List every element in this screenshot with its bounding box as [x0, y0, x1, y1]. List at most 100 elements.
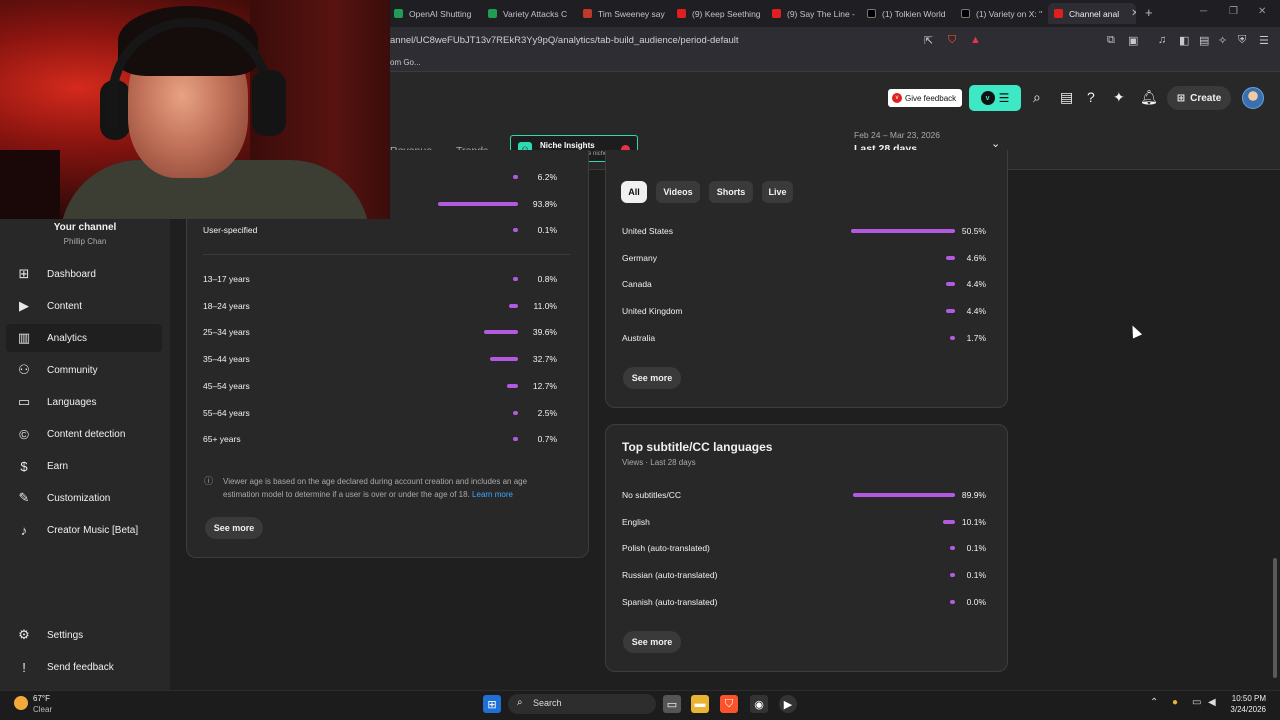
age-row-label: 35–44 years — [203, 354, 250, 365]
age-row-bar — [507, 383, 518, 388]
browser-tab[interactable]: Variety Attacks C — [482, 3, 572, 24]
url-field[interactable]: annel/UC8weFUbJT13v7REkR3Yy9pQ/analytics… — [390, 35, 739, 46]
customization-icon: ✎ — [18, 490, 30, 505]
headphone-right — [252, 70, 286, 136]
sidebar-item-creator-music[interactable]: ♪ Creator Music [Beta] — [6, 516, 162, 544]
extensions-icon[interactable]: ⧉ — [1107, 34, 1115, 47]
search-icon[interactable]: ⌕ — [1033, 89, 1041, 106]
taskbar-search[interactable]: ⌕ Search — [508, 694, 656, 714]
chip-all[interactable]: All — [621, 181, 647, 203]
volume-icon[interactable]: ◀ — [1208, 697, 1216, 708]
create-button[interactable]: ⊞ Create — [1167, 86, 1231, 110]
browser-tab[interactable]: (9) Keep Seething — [671, 3, 761, 24]
subtitle-row-percent: 10.1% — [961, 516, 986, 527]
tab-search-icon[interactable]: ▣ — [1128, 34, 1138, 47]
sidebar-item-dashboard[interactable]: ⊞ Dashboard — [6, 260, 162, 288]
chip-videos[interactable]: Videos — [656, 181, 700, 203]
sparkle-icon[interactable]: ✦ — [1113, 89, 1125, 106]
divider — [203, 254, 570, 255]
help-icon[interactable]: ? — [1087, 89, 1095, 105]
tab-favicon-icon — [394, 9, 403, 18]
tray-chevron-icon[interactable]: ⌃ — [1150, 697, 1158, 708]
sidebar-icon[interactable]: ◧ — [1179, 34, 1189, 47]
geography-row-percent: 50.5% — [961, 226, 986, 236]
gender-row-percent: 6.2% — [537, 172, 557, 182]
geography-row-label: United Kingdom — [622, 306, 683, 317]
obs-icon[interactable]: ◉ — [750, 695, 768, 713]
browser-tab[interactable]: (1) Tolkien World — [861, 3, 951, 24]
weather-moon-icon[interactable] — [14, 696, 28, 710]
share-icon[interactable]: ⇱ — [924, 34, 933, 47]
wallet-icon[interactable]: ▤ — [1199, 34, 1209, 47]
brave-shield-icon[interactable]: ⛉ — [948, 34, 956, 47]
browser-tab[interactable]: Tim Sweeney say — [577, 3, 667, 24]
x-logo-icon — [961, 9, 970, 18]
brave-rewards-icon[interactable]: ▲ — [970, 34, 981, 46]
age-see-more-button[interactable]: See more — [205, 517, 263, 539]
sidebar-item-customization[interactable]: ✎ Customization — [6, 484, 162, 512]
account-avatar[interactable] — [1242, 87, 1264, 109]
new-tab-icon[interactable]: + — [1145, 5, 1153, 20]
close-tab-icon[interactable]: ✕ — [1131, 8, 1136, 19]
age-row-label: 65+ years — [203, 434, 241, 445]
sidebar-item-analytics[interactable]: ▥ Analytics — [6, 324, 162, 352]
sidebar-item-earn[interactable]: $ Earn — [6, 452, 162, 480]
clock-time[interactable]: 10:50 PM — [1218, 694, 1266, 703]
media-player-icon[interactable]: ▶ — [779, 695, 797, 713]
close-window-icon[interactable]: ✕ — [1258, 6, 1266, 17]
chevron-down-icon[interactable]: ⌄ — [991, 137, 1000, 150]
age-row-percent: 0.7% — [537, 434, 557, 445]
geography-row-percent: 4.4% — [966, 279, 986, 290]
browser-tab[interactable]: (9) Say The Line - — [766, 3, 856, 24]
gear-icon: ⚙ — [18, 627, 30, 642]
sidebar-item-content-detection[interactable]: © Content detection — [6, 420, 162, 448]
file-explorer-icon[interactable]: ▬ — [691, 695, 709, 713]
gender-row-percent: 93.8% — [532, 198, 557, 209]
subtitle-card-subtitle: Views · Last 28 days — [622, 458, 696, 467]
browser-tab[interactable]: OpenAI Shutting — [388, 3, 478, 24]
sidebar-item-settings[interactable]: ⚙ Settings — [6, 621, 162, 649]
age-row-label: 55–64 years — [203, 407, 250, 418]
chip-live[interactable]: Live — [762, 181, 793, 203]
clock-date[interactable]: 3/24/2026 — [1218, 705, 1266, 714]
weather-status[interactable]: Clear — [33, 705, 52, 714]
maximize-icon[interactable]: ❐ — [1229, 6, 1238, 17]
age-row-percent: 32.7% — [532, 354, 557, 365]
browser-tab-active[interactable]: Channel anal ✕ — [1048, 3, 1136, 24]
minimize-icon[interactable]: ─ — [1200, 6, 1207, 17]
vpn-icon[interactable]: ⛨ — [1238, 34, 1246, 47]
bookmark-item[interactable]: om Go... — [390, 58, 421, 67]
gender-row-percent: 0.1% — [537, 225, 557, 235]
sidebar-item-community[interactable]: ⚇ Community — [6, 356, 162, 384]
task-view-icon[interactable]: ▭ — [663, 695, 681, 713]
weather-temp[interactable]: 67°F — [33, 694, 50, 703]
browser-tab[interactable]: (1) Variety on X: " — [955, 3, 1045, 24]
subtitle-row-label: Russian (auto-translated) — [622, 570, 718, 581]
dashboard-icon: ⊞ — [18, 266, 30, 281]
microphone-icon[interactable]: ● — [1172, 697, 1178, 708]
leo-ai-icon[interactable]: ✧ — [1218, 34, 1227, 47]
sidebar-item-content[interactable]: ▶ Content — [6, 292, 162, 320]
brave-browser-icon[interactable]: ⛉ — [720, 695, 738, 713]
gender-row-bar — [513, 228, 518, 232]
display-icon[interactable]: ▭ — [1192, 697, 1201, 708]
vidiq-menu-button[interactable]: v ☰ — [969, 85, 1021, 111]
media-icon[interactable]: ♫ — [1158, 34, 1166, 46]
notifications-bell-icon[interactable]: 🔔︎ — [1140, 89, 1158, 106]
tab-favicon-icon — [772, 9, 781, 18]
menu-icon[interactable]: ☰ — [1259, 34, 1269, 47]
learn-more-link[interactable]: Learn more — [472, 490, 513, 499]
geography-row-label: United States — [622, 226, 674, 236]
sidebar-item-send-feedback[interactable]: ! Send feedback — [6, 653, 162, 681]
sidebar-item-languages[interactable]: ▭ Languages — [6, 388, 162, 416]
subtitle-row-label: Spanish (auto-translated) — [622, 596, 718, 607]
subtitle-row-percent: 0.1% — [966, 570, 986, 581]
subtitles-see-more-button[interactable]: See more — [623, 631, 681, 653]
messages-icon[interactable]: ▤ — [1060, 89, 1073, 106]
geography-see-more-button[interactable]: See more — [623, 367, 681, 389]
give-feedback-button[interactable]: v Give feedback — [888, 89, 962, 107]
start-icon[interactable]: ⊞ — [483, 695, 501, 713]
subtitle-row-percent: 0.1% — [966, 543, 986, 554]
scrollbar[interactable] — [1273, 558, 1277, 678]
chip-shorts[interactable]: Shorts — [709, 181, 753, 203]
